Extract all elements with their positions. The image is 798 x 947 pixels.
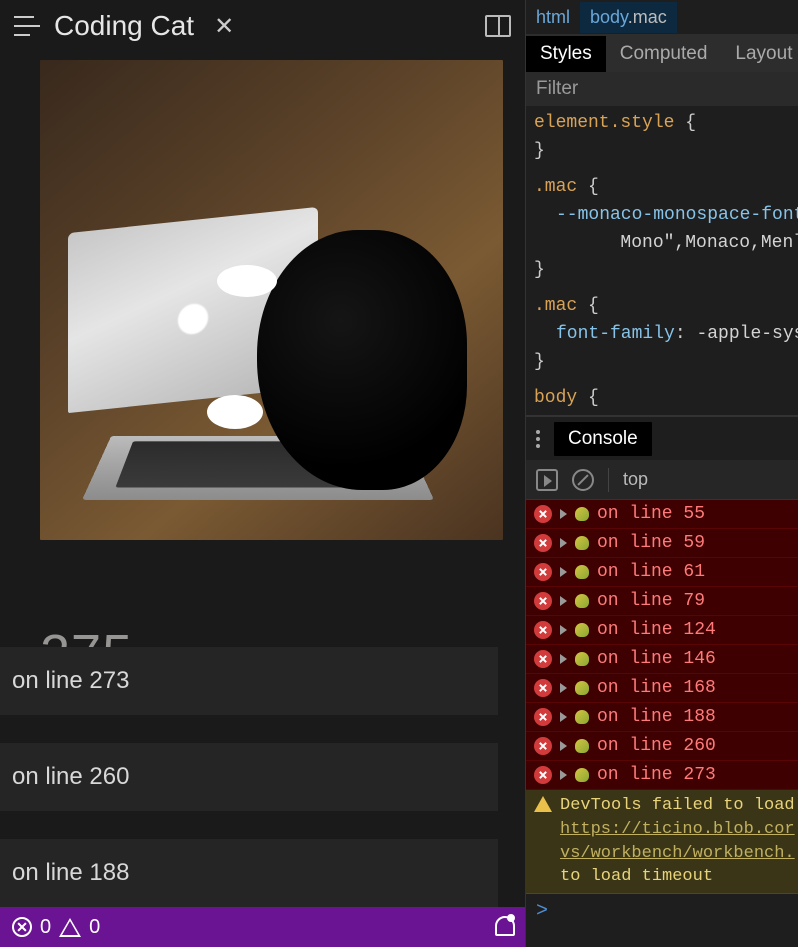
cat-graphic — [257, 230, 467, 490]
close-icon[interactable]: ✕ — [208, 12, 240, 41]
warning-count-icon[interactable] — [59, 918, 81, 937]
error-message: on line 124 — [597, 620, 716, 640]
warning-badge-icon — [534, 796, 552, 812]
css-rule[interactable]: body { height: 100%; width: 100%; margin… — [526, 381, 798, 416]
clear-console-icon[interactable] — [572, 469, 594, 491]
bug-icon — [575, 768, 589, 782]
dom-breadcrumb: html body.mac — [526, 0, 798, 34]
error-count-icon[interactable] — [12, 917, 32, 937]
bug-icon — [575, 652, 589, 666]
error-message: on line 55 — [597, 504, 705, 524]
expand-icon[interactable] — [560, 741, 567, 751]
bug-icon — [575, 594, 589, 608]
title-bar: Coding Cat ✕ — [0, 0, 525, 60]
toggle-sidebar-icon[interactable] — [536, 469, 558, 491]
coding-cat-image — [40, 60, 503, 540]
console-toolbar: top — [526, 460, 798, 500]
tab-styles[interactable]: Styles — [526, 36, 606, 72]
error-badge-icon — [534, 621, 552, 639]
breadcrumb-body[interactable]: body.mac — [580, 2, 677, 33]
console-error-row[interactable]: on line 260 — [526, 732, 798, 761]
bug-icon — [575, 681, 589, 695]
expand-icon[interactable] — [560, 596, 567, 606]
console-error-row[interactable]: on line 168 — [526, 674, 798, 703]
error-badge-icon — [534, 766, 552, 784]
tab-layout[interactable]: Layout — [721, 36, 798, 72]
expand-icon[interactable] — [560, 654, 567, 664]
bug-icon — [575, 565, 589, 579]
bug-icon — [575, 739, 589, 753]
kebab-menu-icon[interactable] — [536, 430, 540, 448]
console-context[interactable]: top — [623, 469, 648, 490]
devtools-pane: html body.mac Styles Computed Layout Fil… — [525, 0, 798, 947]
error-message: on line 59 — [597, 533, 705, 553]
error-badge-icon — [534, 737, 552, 755]
error-message: on line 79 — [597, 591, 705, 611]
expand-icon[interactable] — [560, 770, 567, 780]
warning-message: DevTools failed to loadhttps://ticino.bl… — [560, 794, 795, 889]
console-error-row[interactable]: on line 188 — [526, 703, 798, 732]
error-toast-stack: on line 273 on line 260 on line 188 — [0, 647, 498, 907]
console-warning-row[interactable]: DevTools failed to loadhttps://ticino.bl… — [526, 790, 798, 894]
css-rule[interactable]: .mac { font-family: -apple-syst } — [526, 289, 798, 381]
error-message: on line 146 — [597, 649, 716, 669]
css-rules: element.style { } .mac { --monaco-monosp… — [526, 106, 798, 416]
error-badge-icon — [534, 679, 552, 697]
error-badge-icon — [534, 650, 552, 668]
error-badge-icon — [534, 534, 552, 552]
console-drawer-header: Console — [526, 416, 798, 460]
console-log: on line 55 on line 59 on line 61 on line 79… — [526, 500, 798, 947]
notifications-bell-icon[interactable] — [493, 916, 513, 938]
expand-icon[interactable] — [560, 625, 567, 635]
error-message: on line 168 — [597, 678, 716, 698]
tab-computed[interactable]: Computed — [606, 36, 722, 72]
apple-logo-icon — [176, 297, 210, 341]
error-count[interactable]: 0 — [40, 916, 51, 939]
console-error-row[interactable]: on line 59 — [526, 529, 798, 558]
bug-icon — [575, 536, 589, 550]
css-rule[interactable]: element.style { } — [526, 106, 798, 170]
page-title: Coding Cat — [54, 10, 194, 42]
hamburger-icon[interactable] — [14, 16, 40, 36]
panel-toggle-icon[interactable] — [485, 15, 511, 37]
styles-filter-input[interactable]: Filter — [526, 72, 798, 106]
error-badge-icon — [534, 563, 552, 581]
expand-icon[interactable] — [560, 538, 567, 548]
console-error-row[interactable]: on line 124 — [526, 616, 798, 645]
console-error-row[interactable]: on line 273 — [526, 761, 798, 790]
error-message: on line 260 — [597, 736, 716, 756]
console-tab[interactable]: Console — [554, 422, 652, 456]
editor-pane: Coding Cat ✕ 275 on line 273 on line 260… — [0, 0, 525, 947]
error-badge-icon — [534, 708, 552, 726]
expand-icon[interactable] — [560, 567, 567, 577]
error-toast[interactable]: on line 273 — [0, 647, 498, 715]
breadcrumb-html[interactable]: html — [526, 2, 580, 33]
styles-tabs: Styles Computed Layout — [526, 34, 798, 72]
error-badge-icon — [534, 592, 552, 610]
css-rule[interactable]: .mac { --monaco-monospace-font: Mono",Mo… — [526, 170, 798, 290]
bug-icon — [575, 710, 589, 724]
error-message: on line 273 — [597, 765, 716, 785]
error-message: on line 188 — [597, 707, 716, 727]
expand-icon[interactable] — [560, 712, 567, 722]
error-toast[interactable]: on line 260 — [0, 743, 498, 811]
status-bar: 0 0 — [0, 907, 525, 947]
console-prompt[interactable]: > — [526, 894, 798, 929]
error-message: on line 61 — [597, 562, 705, 582]
separator — [608, 468, 609, 492]
expand-icon[interactable] — [560, 683, 567, 693]
error-toast[interactable]: on line 188 — [0, 839, 498, 907]
console-error-row[interactable]: on line 55 — [526, 500, 798, 529]
console-error-row[interactable]: on line 146 — [526, 645, 798, 674]
expand-icon[interactable] — [560, 509, 567, 519]
bug-icon — [575, 507, 589, 521]
console-error-row[interactable]: on line 61 — [526, 558, 798, 587]
console-error-row[interactable]: on line 79 — [526, 587, 798, 616]
error-badge-icon — [534, 505, 552, 523]
bug-icon — [575, 623, 589, 637]
warning-count[interactable]: 0 — [89, 916, 100, 939]
